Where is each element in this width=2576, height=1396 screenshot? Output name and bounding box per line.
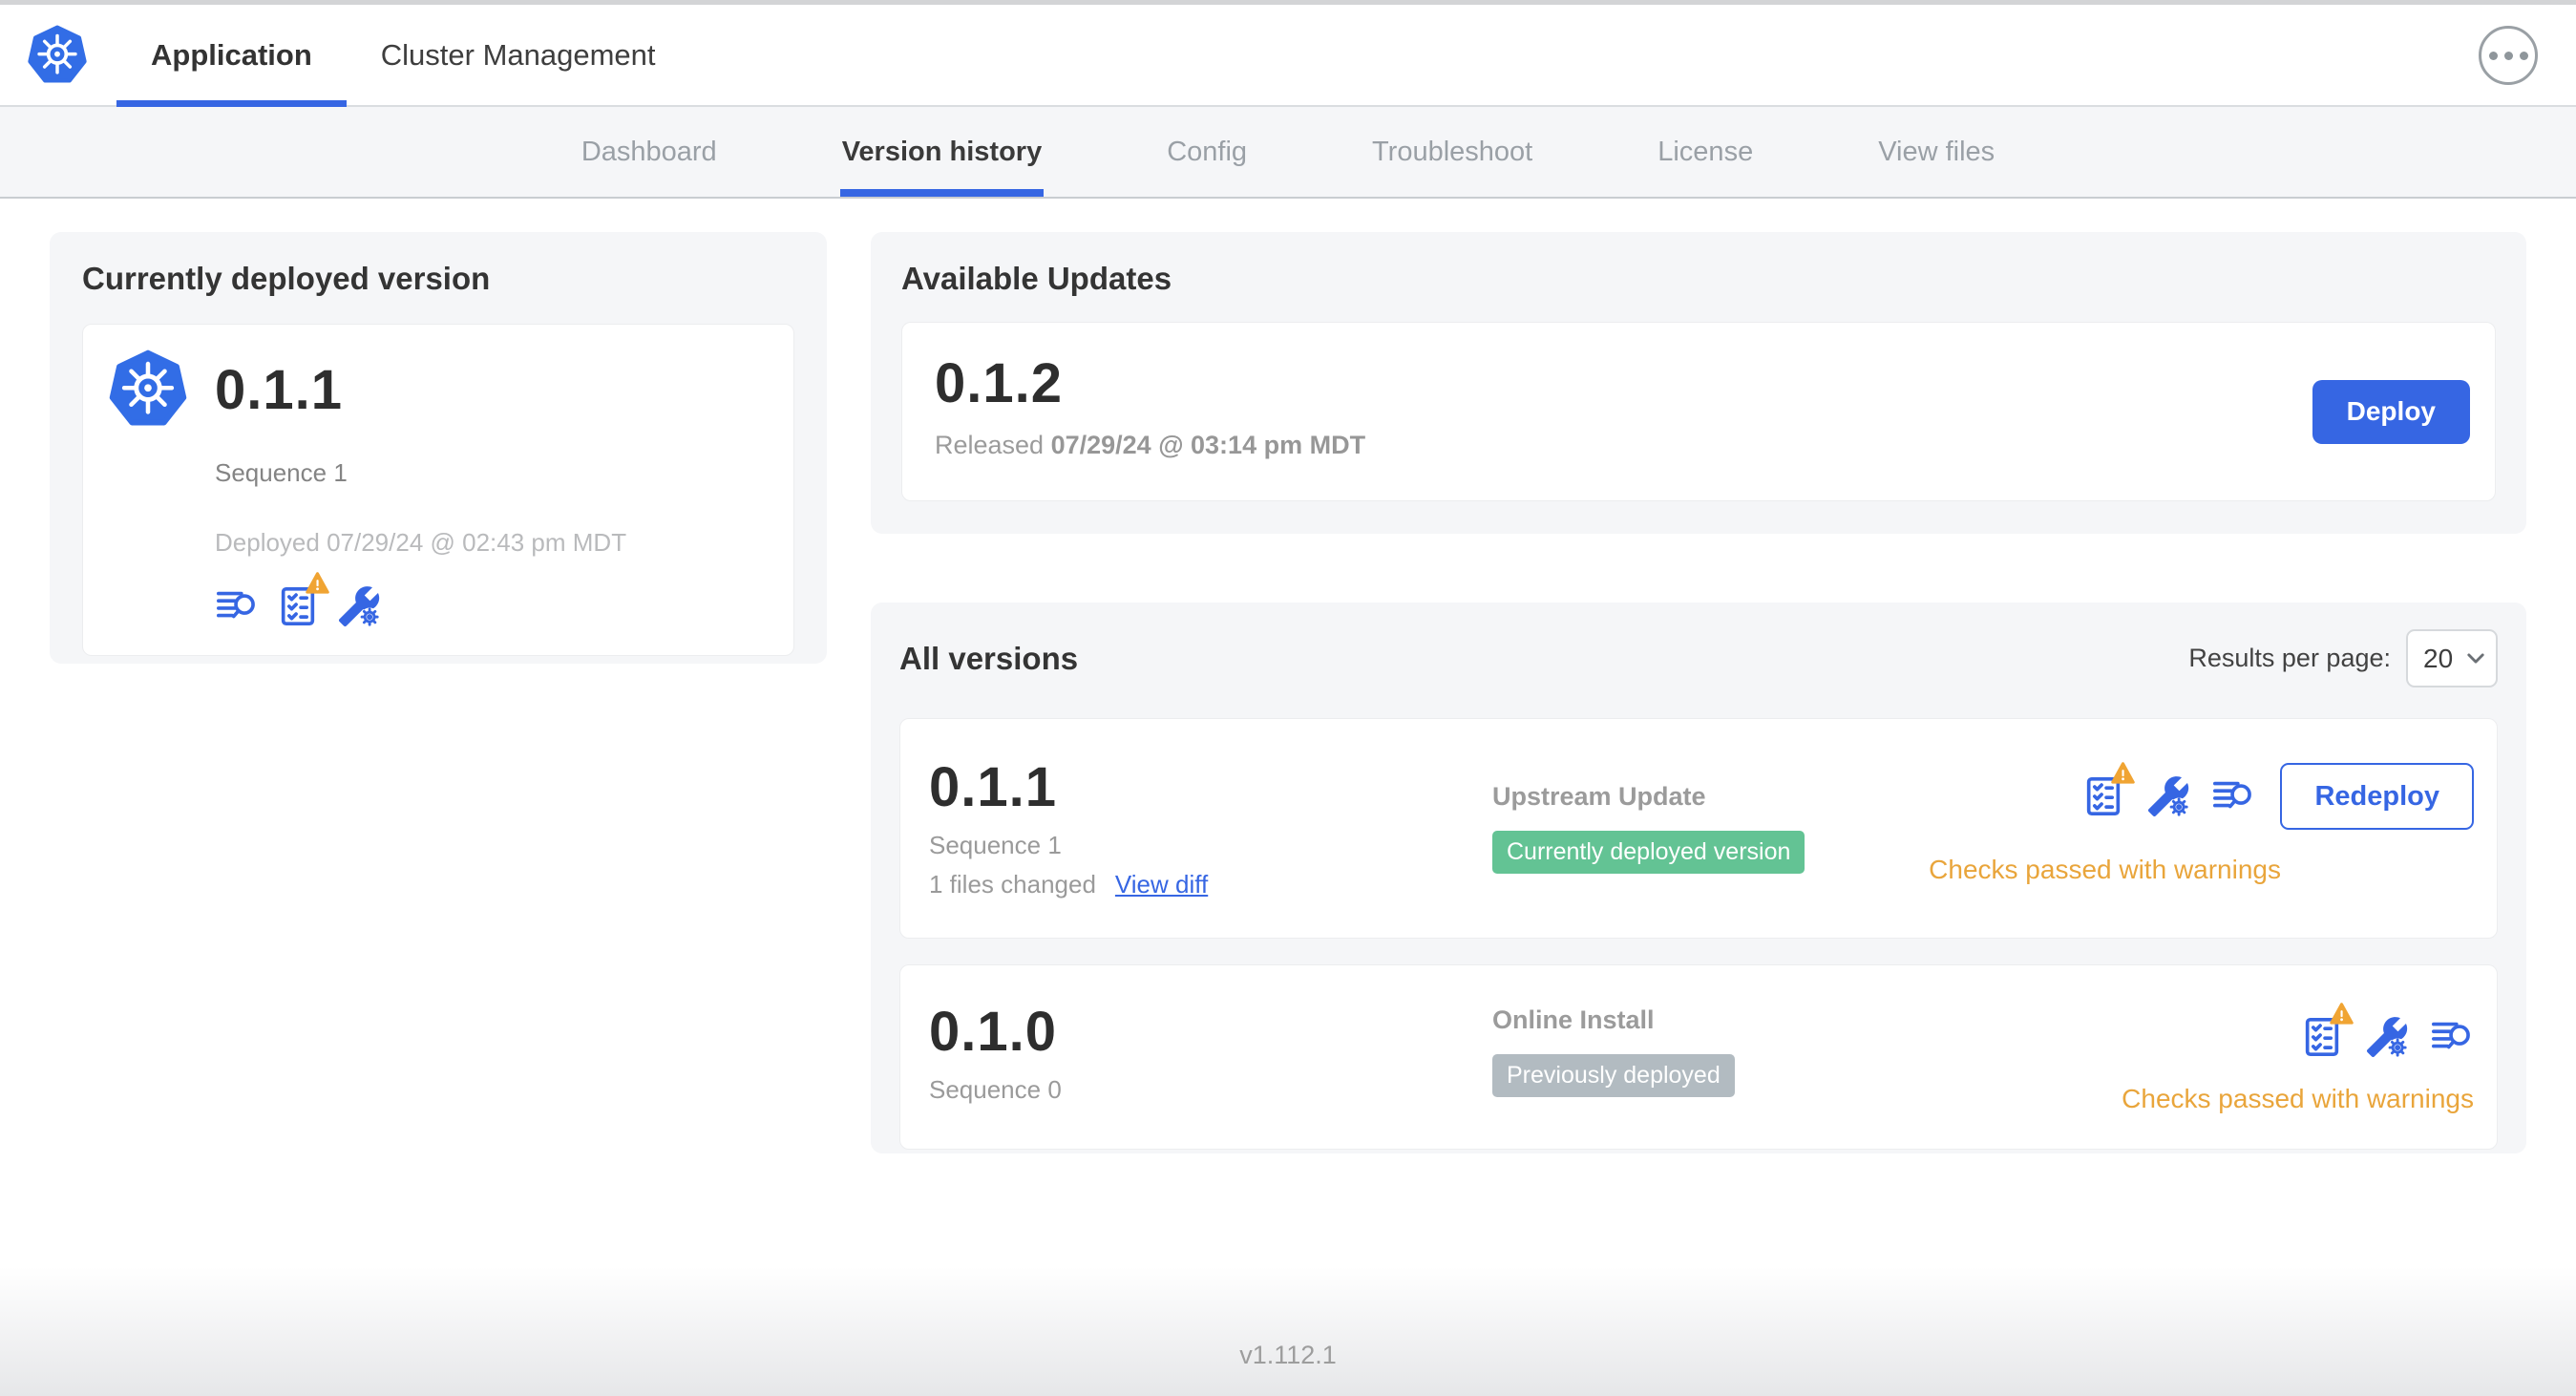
ellipsis-dot: [2519, 51, 2528, 60]
wrench-gear-icon: [2146, 774, 2190, 818]
row-version-number: 0.1.1: [929, 756, 1057, 818]
warning-triangle-icon: [2329, 1001, 2354, 1026]
current-version-number: 0.1.1: [215, 358, 343, 421]
subnav-tab-dashboard[interactable]: Dashboard: [581, 107, 717, 197]
row-sequence: Sequence 1: [929, 831, 1062, 859]
warning-triangle-icon: [305, 570, 330, 596]
subnav-tab-view-files[interactable]: View files: [1878, 107, 1995, 197]
results-per-page-label: Results per page:: [2188, 644, 2391, 672]
config-button[interactable]: [2146, 774, 2190, 818]
redeploy-button[interactable]: Redeploy: [2280, 763, 2474, 830]
version-source-label: Online Install: [1492, 1005, 1655, 1034]
results-per-page: Results per page: 20: [2188, 629, 2498, 687]
view-diff-link[interactable]: View diff: [1115, 870, 1208, 899]
ellipsis-menu-button[interactable]: [2479, 26, 2538, 85]
kots-admin-console: Application Cluster Management Dashboard…: [0, 0, 2576, 1396]
all-versions-panel: All versions Results per page: 20 0.1.1 …: [871, 603, 2526, 1153]
config-button[interactable]: [337, 584, 381, 628]
files-changed-label: 1 files changed: [929, 870, 1096, 899]
subnav-tab-config[interactable]: Config: [1167, 107, 1247, 197]
status-badge-previously-deployed: Previously deployed: [1492, 1054, 1735, 1097]
wrench-gear-icon: [2365, 1015, 2409, 1059]
console-version: v1.112.1: [1239, 1341, 1337, 1369]
preflight-checks-button[interactable]: [2081, 774, 2125, 818]
currently-deployed-title: Currently deployed version: [82, 261, 491, 296]
current-version-sequence: Sequence 1: [215, 458, 348, 487]
header-tabs: Application Cluster Management: [116, 5, 690, 107]
results-per-page-select[interactable]: 20: [2406, 629, 2498, 687]
kubernetes-logo-icon: [27, 25, 88, 86]
tab-application[interactable]: Application: [116, 5, 347, 107]
release-notes-button[interactable]: [2211, 774, 2255, 818]
subnav-tab-version-history[interactable]: Version history: [839, 107, 1044, 197]
currently-deployed-panel: Currently deployed version 0.1.1 Sequenc…: [50, 232, 827, 664]
version-source-label: Upstream Update: [1492, 782, 1706, 811]
all-versions-title: All versions: [899, 640, 1079, 676]
app-header: Application Cluster Management: [0, 5, 2576, 107]
tab-application-label: Application: [151, 37, 312, 72]
ellipsis-dot: [2503, 51, 2513, 60]
results-per-page-value: 20: [2423, 643, 2454, 673]
release-notes-icon: [215, 584, 259, 628]
available-updates-title: Available Updates: [901, 261, 1172, 296]
app-kubernetes-icon: [108, 349, 188, 430]
currently-deployed-card: 0.1.1 Sequence 1 Deployed 07/29/24 @ 02:…: [82, 324, 794, 656]
chevron-down-icon: [2467, 653, 2484, 664]
preflight-checks-link[interactable]: Checks passed with warnings: [1929, 855, 2281, 885]
footer-gradient: [0, 1267, 2576, 1396]
preflight-checks-button[interactable]: [2300, 1015, 2344, 1059]
ellipsis-dot: [2488, 51, 2498, 60]
wrench-gear-icon: [337, 584, 381, 628]
release-notes-button[interactable]: [215, 584, 259, 628]
available-updates-panel: Available Updates 0.1.2 Released 07/29/2…: [871, 232, 2526, 534]
status-badge-currently-deployed: Currently deployed version: [1492, 831, 1805, 874]
deploy-button[interactable]: Deploy: [2312, 379, 2470, 444]
config-button[interactable]: [2365, 1015, 2409, 1059]
current-version-deployed-date: Deployed 07/29/24 @ 02:43 pm MDT: [215, 528, 627, 557]
warning-triangle-icon: [2110, 760, 2136, 786]
row-sequence: Sequence 0: [929, 1075, 1062, 1104]
release-notes-icon: [2211, 774, 2255, 818]
subnav-tab-troubleshoot[interactable]: Troubleshoot: [1372, 107, 1532, 197]
tab-cluster-management[interactable]: Cluster Management: [347, 5, 690, 105]
release-notes-icon: [2430, 1015, 2474, 1059]
preflight-checks-button[interactable]: [276, 584, 320, 628]
subnav-tab-license[interactable]: License: [1658, 107, 1753, 197]
row-version-number: 0.1.0: [929, 1001, 1057, 1063]
preflight-checks-link[interactable]: Checks passed with warnings: [2122, 1084, 2474, 1114]
version-row-0-1-0: 0.1.0 Sequence 0 Online Install Previous…: [899, 964, 2498, 1150]
tab-cluster-management-label: Cluster Management: [380, 37, 656, 72]
update-version-number: 0.1.2: [935, 352, 1063, 414]
release-notes-button[interactable]: [2430, 1015, 2474, 1059]
available-update-card: 0.1.2 Released 07/29/24 @ 03:14 pm MDT D…: [901, 322, 2496, 501]
update-released-date: Released 07/29/24 @ 03:14 pm MDT: [935, 431, 1366, 459]
app-subnav: Dashboard Version history Config Trouble…: [0, 107, 2576, 199]
version-row-0-1-1: 0.1.1 Sequence 1 1 files changed View di…: [899, 718, 2498, 939]
